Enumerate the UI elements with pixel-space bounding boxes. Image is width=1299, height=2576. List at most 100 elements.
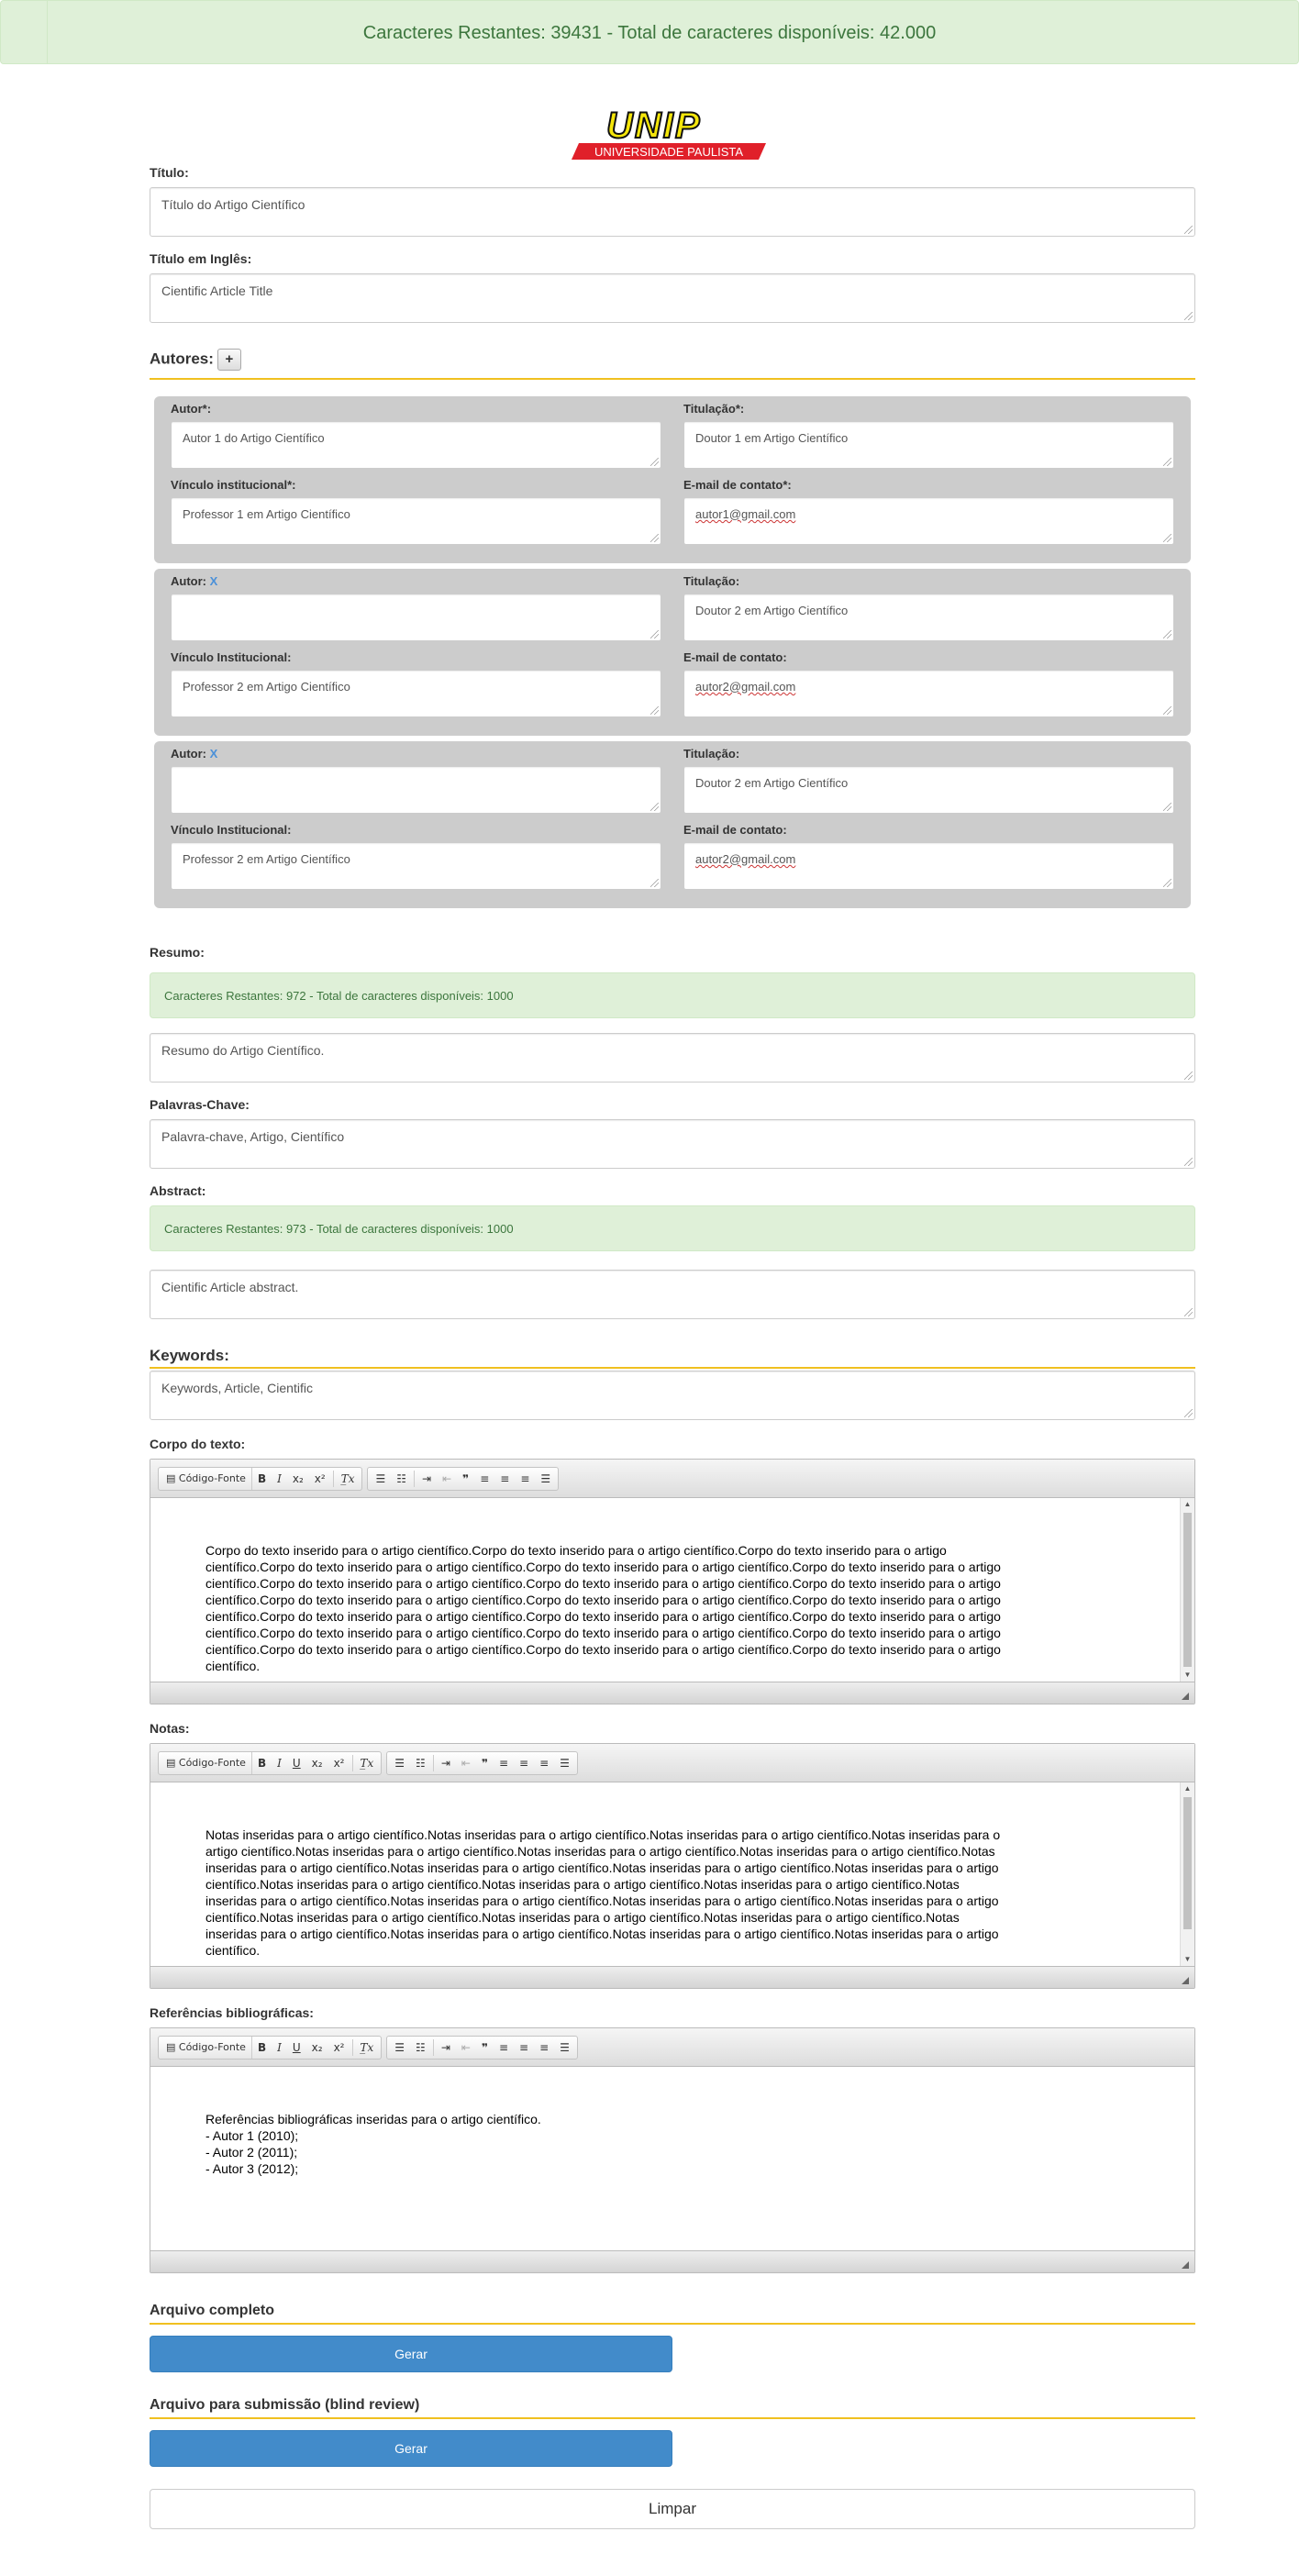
numbered-list-icon[interactable]: ☰	[389, 1752, 410, 1774]
blockquote-icon[interactable]: ❞	[476, 2037, 494, 2059]
outdent-icon[interactable]: ⇤	[456, 1752, 476, 1774]
bulleted-list-icon[interactable]: ☷	[410, 1752, 431, 1774]
bulleted-list-icon[interactable]: ☷	[391, 1468, 412, 1490]
english-title-input[interactable]: Cientific Article Title	[150, 273, 1195, 323]
abstract-pt-input[interactable]: Resumo do Artigo Científico.	[150, 1033, 1195, 1083]
affiliation-input[interactable]: Professor 1 em Artigo Científico	[171, 497, 661, 545]
body-text-content[interactable]: Corpo do texto inserido para o artigo ci…	[150, 1498, 1194, 1682]
editor-statusbar	[150, 1682, 1194, 1704]
text-line: científico.Corpo do texto inserido para …	[205, 1642, 1001, 1657]
indent-icon[interactable]: ⇥	[436, 2037, 456, 2059]
editor-toolbar: ▤ Código-Fonte B I U x₂ x² T̲x ☰ ☷ ⇥ ⇤ ❞…	[150, 1744, 1194, 1782]
bold-button[interactable]: B	[252, 1468, 272, 1490]
resize-handle-icon[interactable]	[1182, 2261, 1189, 2269]
title-input[interactable]: Título do Artigo Científico	[150, 187, 1195, 237]
keywords-pt-input[interactable]: Palavra-chave, Artigo, Científico	[150, 1119, 1195, 1169]
text-line: - Autor 1 (2010);	[205, 2128, 299, 2143]
author-input[interactable]	[171, 594, 661, 641]
generate-blind-button[interactable]: Gerar	[150, 2430, 672, 2467]
numbered-list-icon[interactable]: ☰	[370, 1468, 391, 1490]
resize-handle-icon[interactable]	[1182, 1693, 1189, 1700]
abstract-en-label: Abstract:	[150, 1183, 206, 1198]
superscript-button[interactable]: x²	[328, 1752, 350, 1774]
remove-format-button[interactable]: T̲x	[355, 2037, 380, 2059]
blockquote-icon[interactable]: ❞	[476, 1752, 494, 1774]
references-editor: ▤ Código-Fonte B I U x₂ x² T̲x ☰ ☷ ⇥ ⇤ ❞…	[150, 2027, 1195, 2273]
degree-input[interactable]: Doutor 1 em Artigo Científico	[683, 421, 1174, 469]
abstract-en-input[interactable]: Cientific Article abstract.	[150, 1270, 1195, 1319]
align-justify-icon[interactable]: ☰	[554, 2037, 575, 2059]
indent-icon[interactable]: ⇥	[436, 1752, 456, 1774]
numbered-list-icon[interactable]: ☰	[389, 2037, 410, 2059]
source-code-button[interactable]: ▤ Código-Fonte	[161, 1751, 252, 1774]
underline-button[interactable]: U	[287, 2037, 306, 2059]
affiliation-input[interactable]: Professor 2 em Artigo Científico	[171, 670, 661, 717]
clear-button[interactable]: Limpar	[150, 2489, 1195, 2529]
superscript-button[interactable]: x²	[309, 1468, 331, 1490]
italic-button[interactable]: I	[272, 2037, 287, 2059]
subscript-button[interactable]: x₂	[287, 1468, 309, 1490]
email-input[interactable]: autor2@gmail.com	[683, 670, 1174, 717]
text-line: - Autor 2 (2011);	[205, 2145, 298, 2160]
email-input[interactable]: autor2@gmail.com	[683, 842, 1174, 890]
scroll-down-icon[interactable]: ▼	[1181, 1669, 1194, 1682]
add-author-button[interactable]: +	[216, 349, 241, 371]
align-left-icon[interactable]: ≡	[474, 1468, 494, 1490]
author-label: Autor:	[171, 574, 206, 588]
bulleted-list-icon[interactable]: ☷	[410, 2037, 431, 2059]
unip-logo: UNIP UNIVERSIDADE PAULISTA	[150, 101, 1195, 165]
generate-full-button[interactable]: Gerar	[150, 2336, 672, 2372]
align-left-icon[interactable]: ≡	[494, 2037, 514, 2059]
bold-button[interactable]: B	[252, 1752, 272, 1774]
underline-button[interactable]: U	[287, 1752, 306, 1774]
remove-author-button[interactable]: X	[210, 574, 218, 588]
align-justify-icon[interactable]: ☰	[535, 1468, 556, 1490]
align-justify-icon[interactable]: ☰	[554, 1752, 575, 1774]
align-center-icon[interactable]: ≡	[514, 2037, 534, 2059]
editor-scrollbar[interactable]: ▲ ▼	[1180, 1782, 1194, 1966]
source-code-button[interactable]: ▤ Código-Fonte	[161, 2036, 252, 2059]
outdent-icon[interactable]: ⇤	[456, 2037, 476, 2059]
indent-icon[interactable]: ⇥	[416, 1468, 437, 1490]
align-right-icon[interactable]: ≡	[534, 2037, 554, 2059]
remove-format-button[interactable]: T̲x	[336, 1468, 361, 1490]
align-center-icon[interactable]: ≡	[494, 1468, 515, 1490]
text-line: científico.Corpo do texto inserido para …	[205, 1560, 1001, 1574]
notes-content[interactable]: Notas inseridas para o artigo científico…	[150, 1782, 1194, 1966]
affiliation-input[interactable]: Professor 2 em Artigo Científico	[171, 842, 661, 890]
align-center-icon[interactable]: ≡	[514, 1752, 534, 1774]
italic-button[interactable]: I	[272, 1752, 287, 1774]
scroll-up-icon[interactable]: ▲	[1181, 1782, 1194, 1795]
notes-label: Notas:	[150, 1721, 190, 1736]
subscript-button[interactable]: x₂	[306, 2037, 328, 2059]
bold-button[interactable]: B	[252, 2037, 272, 2059]
author-input[interactable]	[171, 766, 661, 814]
source-code-button[interactable]: ▤ Código-Fonte	[161, 1467, 252, 1490]
keywords-en-heading: Keywords:	[150, 1347, 1195, 1369]
subscript-button[interactable]: x₂	[306, 1752, 328, 1774]
characters-remaining-alert: Caracteres Restantes: 39431 - Total de c…	[0, 0, 1299, 64]
align-right-icon[interactable]: ≡	[534, 1752, 554, 1774]
author-input[interactable]: Autor 1 do Artigo Científico	[171, 421, 661, 469]
italic-button[interactable]: I	[272, 1468, 287, 1490]
keywords-en-input[interactable]: Keywords, Article, Cientific	[150, 1371, 1195, 1420]
blockquote-icon[interactable]: ❞	[457, 1468, 474, 1490]
abstract-en-counter: Caracteres Restantes: 973 - Total de car…	[150, 1205, 1195, 1251]
outdent-icon[interactable]: ⇤	[437, 1468, 457, 1490]
degree-input[interactable]: Doutor 2 em Artigo Científico	[683, 766, 1174, 814]
align-right-icon[interactable]: ≡	[515, 1468, 535, 1490]
scroll-down-icon[interactable]: ▼	[1181, 1953, 1194, 1966]
degree-input[interactable]: Doutor 2 em Artigo Científico	[683, 594, 1174, 641]
remove-author-button[interactable]: X	[210, 747, 218, 761]
affiliation-label: Vínculo Institucional:	[171, 650, 292, 664]
email-input[interactable]: autor1@gmail.com	[683, 497, 1174, 545]
references-content[interactable]: Referências bibliográficas inseridas par…	[150, 2067, 1194, 2250]
remove-format-button[interactable]: T̲x	[355, 1752, 380, 1774]
editor-scrollbar[interactable]: ▲ ▼	[1180, 1498, 1194, 1682]
resize-handle-icon[interactable]	[1182, 1977, 1189, 1984]
align-left-icon[interactable]: ≡	[494, 1752, 514, 1774]
author-block: Autor: X Titulação: Doutor 2 em Artigo C…	[154, 569, 1191, 736]
superscript-button[interactable]: x²	[328, 2037, 350, 2059]
degree-label: Titulação*:	[683, 402, 745, 416]
scroll-up-icon[interactable]: ▲	[1181, 1498, 1194, 1511]
